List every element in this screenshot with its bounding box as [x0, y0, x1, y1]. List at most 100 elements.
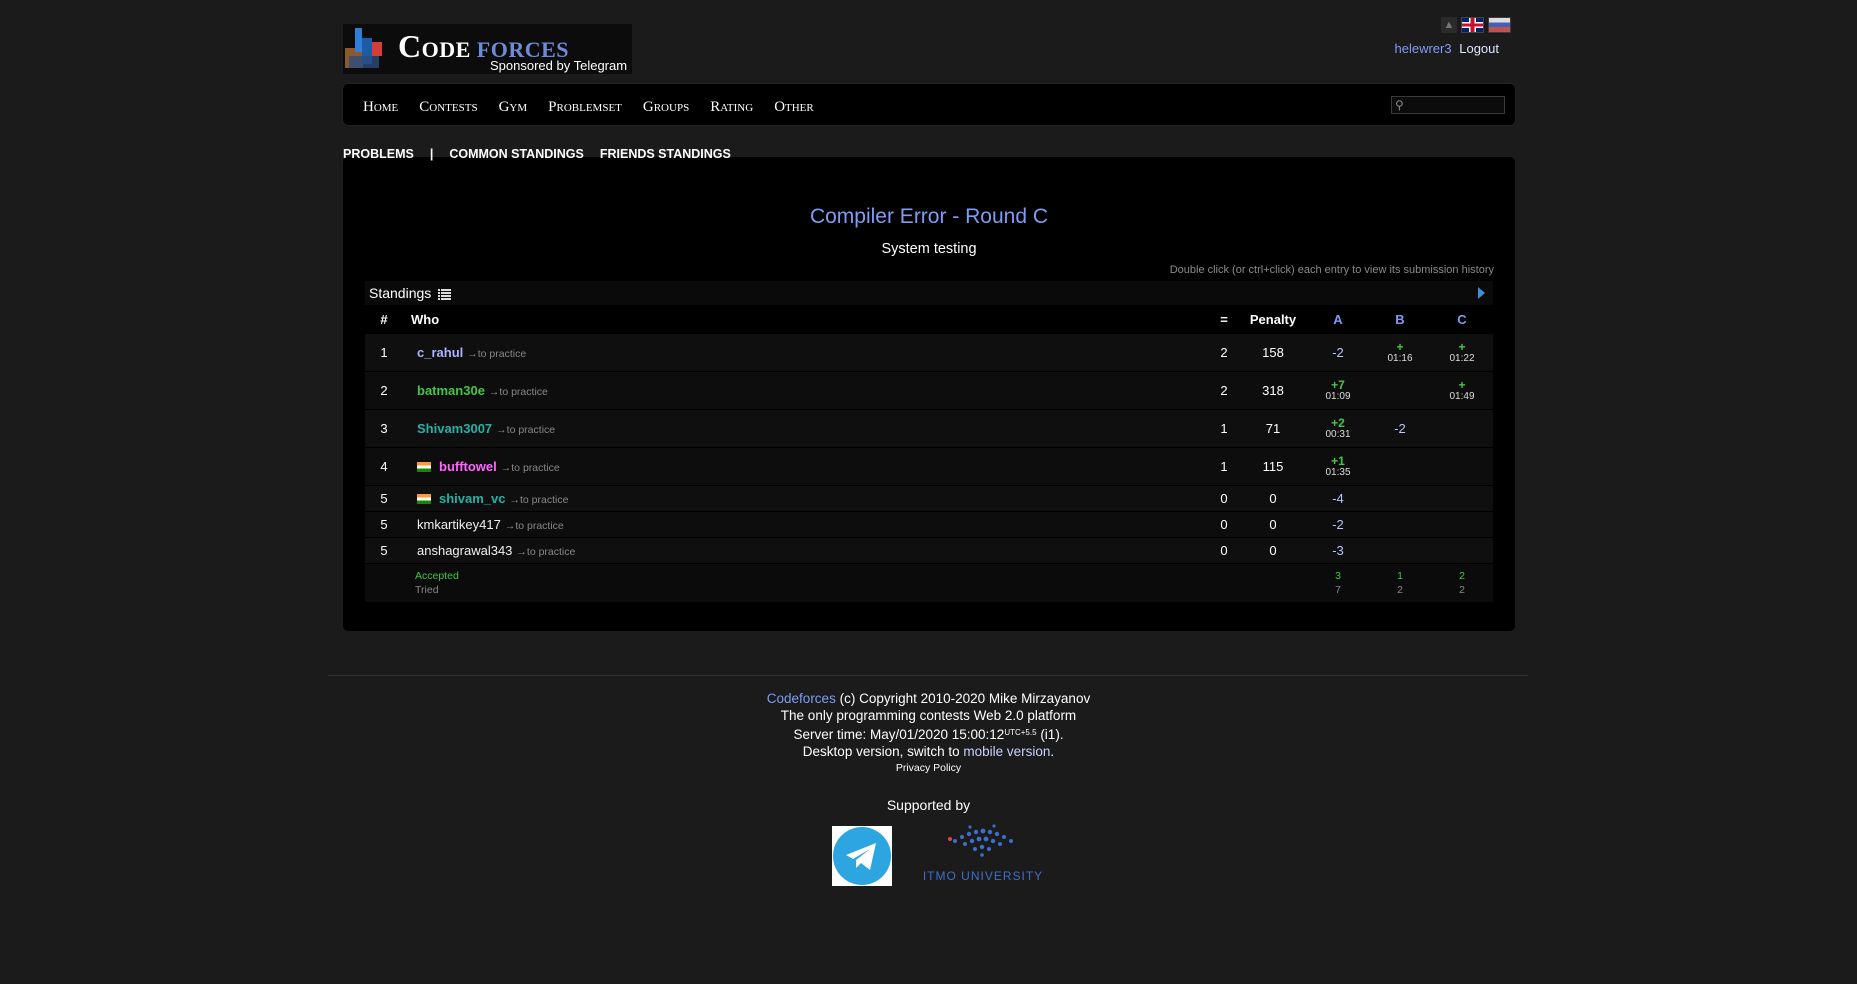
tagline: The only programming contests Web 2.0 pl… [780, 708, 1077, 723]
menu-other[interactable]: Other [774, 99, 814, 116]
cell-b[interactable] [1369, 511, 1431, 538]
cell-a[interactable]: -2 [1307, 333, 1369, 372]
cell-b[interactable]: +01:16 [1369, 333, 1431, 372]
menu-home[interactable]: Home [363, 99, 398, 116]
menu-rating[interactable]: Rating [710, 99, 753, 116]
tab-common-standings[interactable]: COMMON STANDINGS [449, 147, 584, 161]
english-flag-icon[interactable] [1461, 17, 1484, 33]
cell-result: +2 [1331, 415, 1345, 430]
participant-handle[interactable]: kmkartikey417 [417, 517, 501, 532]
cell-b[interactable] [1369, 537, 1431, 564]
cell-c[interactable] [1431, 511, 1493, 538]
codeforces-link[interactable]: Codeforces [767, 691, 836, 706]
tab-friends-standings[interactable]: FRIENDS STANDINGS [600, 147, 731, 161]
notification-bell-icon[interactable]: ▲ [1441, 17, 1457, 33]
mobile-version-link[interactable]: mobile version [963, 744, 1050, 759]
table-row[interactable]: 5 shivam_vc →to practice 0 0 -4 [365, 485, 1493, 512]
cell-c[interactable]: +01:22 [1431, 333, 1493, 372]
user-box: helewrer3 Logout [1395, 41, 1499, 56]
table-row[interactable]: 4 bufftowel →to practice 1 115 +1 01:35 [365, 447, 1493, 486]
cell-a[interactable]: +1 01:35 [1307, 447, 1369, 486]
table-row[interactable]: 1 c_rahul →to practice 2 158 -2 +01:16 +0… [365, 333, 1493, 372]
row-rank: 5 [365, 485, 403, 512]
logout-link[interactable]: Logout [1459, 41, 1499, 56]
standings-table: # Who = Penalty A B C 1 c_rahul →to prac… [365, 305, 1493, 602]
cell-b[interactable] [1369, 485, 1431, 512]
search-input[interactable]: ⚲ [1391, 96, 1505, 114]
accepted-label: Accepted [415, 569, 459, 582]
india-flag-icon [417, 494, 431, 504]
utc-offset: UTC+5.5 [1004, 728, 1037, 737]
to-practice-link[interactable]: →to practice [501, 462, 560, 474]
table-row[interactable]: 3 Shivam3007 →to practice 1 71 +2 00:31 -2 [365, 409, 1493, 448]
cell-a[interactable]: +7 01:09 [1307, 371, 1369, 410]
list-icon[interactable] [438, 288, 452, 300]
cell-a[interactable]: -4 [1307, 485, 1369, 512]
cell-result: + [1396, 339, 1404, 354]
cell-c[interactable] [1431, 409, 1493, 448]
participant-handle[interactable]: c_rahul [417, 345, 463, 360]
table-row[interactable]: 2 batman30e →to practice 2 318 +7 01:09 +0… [365, 371, 1493, 410]
row-solved: 1 [1209, 409, 1239, 448]
to-practice-link[interactable]: →to practice [510, 494, 569, 506]
accepted-count-c: 2 [1459, 569, 1465, 582]
privacy-policy-link[interactable]: Privacy Policy [0, 760, 1857, 777]
itmo-dots-icon [948, 824, 1013, 857]
standings-title: Standings [369, 285, 432, 301]
participant-handle[interactable]: bufftowel [439, 459, 497, 474]
username-link[interactable]: helewrer3 [1395, 41, 1452, 56]
menu-contests[interactable]: Contests [419, 99, 477, 116]
participant-handle[interactable]: anshagrawal343 [417, 543, 512, 558]
cell-result: +7 [1331, 377, 1345, 392]
cell-b[interactable] [1369, 447, 1431, 486]
summary-row: Accepted Tried 37 12 22 [365, 563, 1493, 602]
to-practice-link[interactable]: →to practice [496, 424, 555, 436]
col-problem-a[interactable]: A [1307, 305, 1369, 334]
col-problem-b[interactable]: B [1369, 305, 1431, 334]
standings-table-wrapper: Standings # Who = Penalty A B C 1 c_rahu… [365, 281, 1493, 602]
menu-problemset[interactable]: Problemset [548, 99, 622, 116]
cell-time: 01:16 [1387, 352, 1413, 364]
to-practice-link[interactable]: →to practice [467, 348, 526, 360]
codeforces-logo[interactable]: Code forces Sponsored by Telegram [343, 24, 632, 74]
contest-status: System testing [881, 241, 977, 257]
table-row[interactable]: 5 kmkartikey417 →to practice 0 0 -2 [365, 511, 1493, 538]
to-practice-link[interactable]: →to practice [516, 546, 575, 558]
cell-b[interactable] [1369, 371, 1431, 410]
telegram-logo-icon[interactable] [832, 826, 892, 886]
cell-c[interactable]: +01:49 [1431, 371, 1493, 410]
cell-c[interactable] [1431, 485, 1493, 512]
contest-subnav: PROBLEMS | COMMON STANDINGS FRIENDS STAN… [343, 147, 731, 161]
row-penalty: 0 [1239, 537, 1307, 564]
footer: Codeforces (c) Copyright 2010-2020 Mike … [0, 690, 1857, 777]
col-problem-c[interactable]: C [1431, 305, 1493, 334]
row-rank: 3 [365, 409, 403, 448]
row-rank: 5 [365, 537, 403, 564]
cell-result: +1 [1331, 453, 1345, 468]
tab-problems[interactable]: PROBLEMS [343, 147, 414, 161]
menu-gym[interactable]: Gym [499, 99, 528, 116]
cell-c[interactable] [1431, 537, 1493, 564]
cell-time: 01:09 [1325, 390, 1351, 402]
menu-groups[interactable]: Groups [643, 99, 689, 116]
cell-a[interactable]: -2 [1307, 511, 1369, 538]
next-page-arrow-icon[interactable] [1478, 287, 1485, 299]
to-practice-link[interactable]: →to practice [489, 386, 548, 398]
cell-b[interactable]: -2 [1369, 409, 1431, 448]
cell-c[interactable] [1431, 447, 1493, 486]
contest-title[interactable]: Compiler Error - Round C [343, 205, 1515, 229]
russian-flag-icon[interactable] [1488, 17, 1511, 33]
itmo-logo[interactable]: ITMO UNIVERSITY [920, 823, 1046, 885]
tried-count-c: 2 [1459, 583, 1465, 596]
row-rank: 2 [365, 371, 403, 410]
participant-handle[interactable]: shivam_vc [439, 491, 506, 506]
participant-handle[interactable]: batman30e [417, 383, 485, 398]
codeforces-logo-icon [345, 28, 382, 68]
participant-handle[interactable]: Shivam3007 [417, 421, 492, 436]
table-row[interactable]: 5 anshagrawal343 →to practice 0 0 -3 [365, 537, 1493, 564]
supported-by-label: Supported by [886, 797, 971, 813]
col-solved: = [1209, 305, 1239, 334]
cell-a[interactable]: -3 [1307, 537, 1369, 564]
cell-a[interactable]: +2 00:31 [1307, 409, 1369, 448]
to-practice-link[interactable]: →to practice [505, 520, 564, 532]
